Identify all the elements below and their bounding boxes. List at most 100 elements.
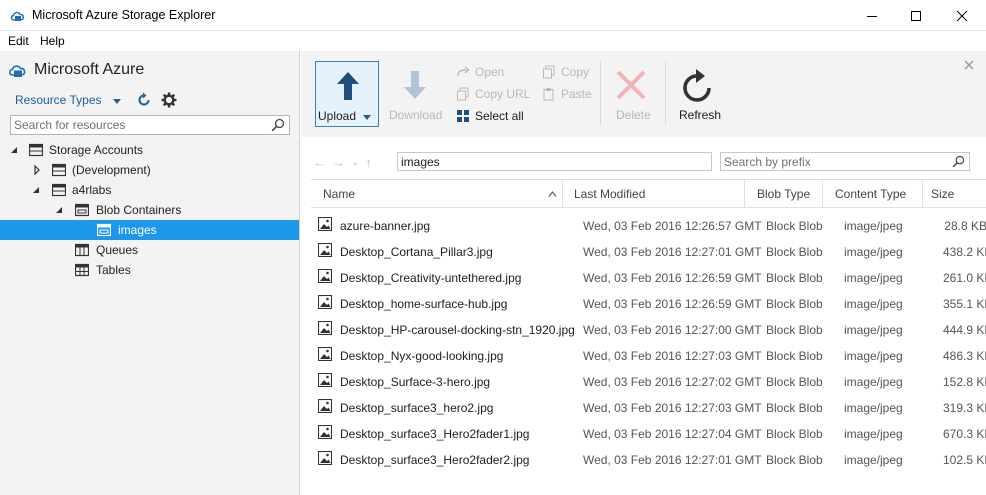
refresh-icon[interactable] [136, 92, 152, 108]
delete-button[interactable]: Delete [607, 61, 657, 127]
blob-last-modified: Wed, 03 Feb 2016 12:26:59 GMT [583, 271, 762, 285]
column-header-size[interactable]: Size [923, 180, 986, 208]
table-row[interactable]: Desktop_Creativity-untethered.jpg Wed, 0… [311, 265, 986, 291]
expanded-triangle-icon[interactable] [32, 186, 40, 194]
blob-last-modified: Wed, 03 Feb 2016 12:27:02 GMT [583, 375, 762, 389]
download-button[interactable]: Download [387, 61, 447, 127]
back-icon[interactable]: ← [313, 155, 326, 170]
open-button[interactable]: Open [456, 64, 504, 80]
table-row[interactable]: Desktop_home-surface-hub.jpg Wed, 03 Feb… [311, 291, 986, 317]
table-row[interactable]: Desktop_Cortana_Pillar3.jpg Wed, 03 Feb … [311, 239, 986, 265]
blob-size: 102.5 KB [943, 453, 986, 467]
blob-last-modified: Wed, 03 Feb 2016 12:27:01 GMT [583, 453, 762, 467]
expanded-triangle-icon[interactable] [10, 146, 18, 154]
tree-item-tables[interactable]: Tables [0, 260, 299, 280]
collapsed-triangle-icon[interactable] [33, 165, 41, 175]
azure-cloud-icon [8, 65, 26, 77]
upload-arrow-icon [337, 72, 359, 100]
search-icon[interactable] [952, 155, 965, 168]
table-row[interactable]: Desktop_HP-carousel-docking-stn_1920.jpg… [311, 317, 986, 343]
table-icon [52, 163, 66, 177]
blob-content-type: image/jpeg [844, 297, 903, 311]
search-icon[interactable] [271, 118, 285, 132]
table-row[interactable]: Desktop_surface3_Hero2fader1.jpg Wed, 03… [311, 421, 986, 447]
table-row[interactable]: Desktop_surface3_Hero2fader2.jpg Wed, 03… [311, 447, 986, 473]
paste-button[interactable]: Paste [542, 86, 592, 102]
resource-search-input[interactable] [14, 117, 264, 133]
chevron-down-icon[interactable] [363, 115, 371, 120]
navigation-arrows: ← → ⌄ ↑ [313, 154, 378, 170]
blob-last-modified: Wed, 03 Feb 2016 12:26:59 GMT [583, 297, 762, 311]
tree-label: images [118, 223, 157, 237]
column-header-last-modified[interactable]: Last Modified [563, 180, 745, 208]
maximize-button[interactable] [893, 0, 939, 31]
expanded-triangle-icon[interactable] [55, 206, 63, 214]
image-file-icon [318, 373, 332, 387]
copy-url-label: Copy URL [475, 87, 531, 101]
tree-item-development[interactable]: (Development) [0, 160, 299, 180]
toolbar-separator [665, 61, 666, 125]
blob-size: 152.8 KB [943, 375, 986, 389]
image-file-icon [318, 217, 332, 231]
title-bar: Microsoft Azure Storage Explorer [0, 0, 986, 31]
path-input[interactable] [401, 154, 701, 169]
blob-size: 486.3 KB [943, 349, 986, 363]
blob-name: azure-banner.jpg [340, 219, 431, 233]
menu-edit[interactable]: Edit [8, 34, 29, 48]
copy-url-button[interactable]: Copy URL [456, 86, 530, 102]
chevron-down-icon[interactable] [113, 99, 121, 104]
column-header-blob-type[interactable]: Blob Type [745, 180, 823, 208]
blob-last-modified: Wed, 03 Feb 2016 12:27:03 GMT [583, 401, 762, 415]
blob-content-type: image/jpeg [844, 245, 903, 259]
image-file-icon [318, 243, 332, 257]
tree-item-storage-accounts[interactable]: Storage Accounts [0, 140, 299, 160]
table-row[interactable]: Desktop_surface3_hero2.jpg Wed, 03 Feb 2… [311, 395, 986, 421]
blob-content-type: image/jpeg [844, 219, 903, 233]
select-all-label: Select all [475, 109, 524, 123]
table-row[interactable]: Desktop_Nyx-good-looking.jpg Wed, 03 Feb… [311, 343, 986, 369]
table-row[interactable]: azure-banner.jpg Wed, 03 Feb 2016 12:26:… [311, 213, 986, 239]
paste-icon [543, 88, 554, 101]
column-header-content-type[interactable]: Content Type [823, 180, 923, 208]
blob-type: Block Blob [766, 245, 823, 259]
resource-types-dropdown[interactable]: Resource Types [15, 93, 102, 107]
close-window-button[interactable] [939, 0, 985, 31]
select-all-button[interactable]: Select all [456, 108, 524, 124]
grid-icon [75, 263, 89, 277]
tree-item-blob-containers[interactable]: Blob Containers [0, 200, 299, 220]
resource-search [10, 115, 290, 135]
column-header-name[interactable]: Name [313, 180, 563, 208]
download-arrow-icon [404, 71, 426, 99]
open-label: Open [475, 65, 505, 79]
open-icon [457, 66, 470, 77]
blob-content-type: image/jpeg [844, 323, 903, 337]
sort-ascending-icon[interactable] [548, 191, 557, 197]
blob-content-type: image/jpeg [844, 401, 903, 415]
copy-button[interactable]: Copy [542, 64, 589, 80]
forward-icon[interactable]: → [332, 155, 345, 170]
path-bar [397, 152, 712, 171]
table-row[interactable]: Desktop_Surface-3-hero.jpg Wed, 03 Feb 2… [311, 369, 986, 395]
gear-icon[interactable] [161, 92, 177, 108]
window-title: Microsoft Azure Storage Explorer [32, 8, 216, 22]
menu-help[interactable]: Help [40, 34, 65, 48]
tree-item-a4rlabs[interactable]: a4rlabs [0, 180, 299, 200]
azure-cloud-icon [10, 11, 25, 21]
blob-content-type: image/jpeg [844, 453, 903, 467]
image-file-icon [318, 321, 332, 335]
blob-size: 261.0 KB [943, 271, 986, 285]
tree-item-queues[interactable]: Queues [0, 240, 299, 260]
blob-last-modified: Wed, 03 Feb 2016 12:27:04 GMT [583, 427, 762, 441]
blob-name: Desktop_Cortana_Pillar3.jpg [340, 245, 493, 259]
toolbar-separator [600, 61, 601, 125]
close-icon[interactable] [964, 60, 974, 70]
up-icon[interactable]: ↑ [365, 155, 372, 170]
history-chevron-icon[interactable]: ⌄ [351, 157, 359, 168]
minimize-button[interactable] [849, 0, 895, 31]
prefix-search-input[interactable] [724, 154, 944, 169]
blob-type: Block Blob [766, 375, 823, 389]
blob-last-modified: Wed, 03 Feb 2016 12:27:03 GMT [583, 349, 762, 363]
tree-item-images[interactable]: images [0, 220, 299, 240]
refresh-button[interactable]: Refresh [673, 61, 725, 127]
upload-button[interactable]: Upload [315, 61, 379, 127]
